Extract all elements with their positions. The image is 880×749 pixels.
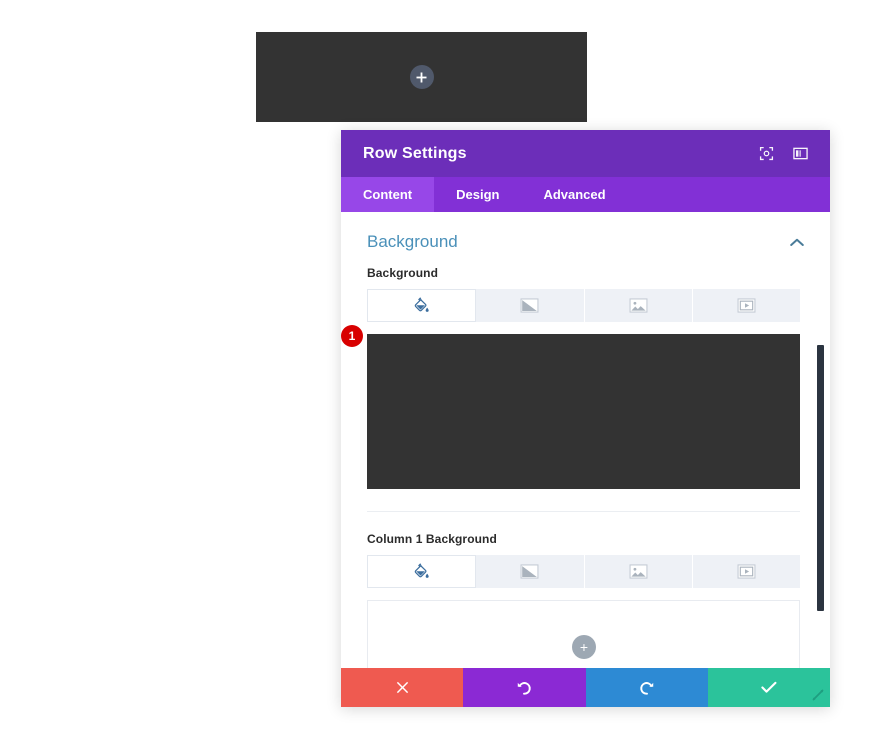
add-section-button[interactable]: + <box>572 635 596 659</box>
modal-title: Row Settings <box>363 144 467 162</box>
background-type-image-option[interactable] <box>584 289 693 322</box>
tab-design[interactable]: Design <box>434 177 521 212</box>
modal-footer <box>341 668 830 707</box>
tab-content[interactable]: Content <box>341 177 435 212</box>
check-icon <box>761 681 777 693</box>
paint-bucket-icon <box>414 297 429 312</box>
section-header-background[interactable]: Background <box>367 212 804 266</box>
row-settings-modal: Row Settings Content Design Advanced Bac… <box>341 130 830 707</box>
background-type-video-option[interactable] <box>692 289 800 322</box>
paint-bucket-icon <box>414 563 429 578</box>
redo-icon <box>639 681 653 695</box>
modal-header-actions <box>758 146 808 162</box>
row-add-module-button[interactable] <box>409 65 434 89</box>
column-background-type-video-option[interactable] <box>692 555 800 588</box>
redo-button[interactable] <box>585 668 708 707</box>
column-background-type-color-option[interactable] <box>367 555 477 588</box>
gradient-icon <box>520 564 539 579</box>
field-label-column-1-background: Column 1 Background <box>367 532 497 546</box>
close-icon <box>396 681 408 694</box>
column-background-type-toggle <box>367 555 800 588</box>
page-row-preview <box>256 32 587 122</box>
video-icon <box>737 298 756 313</box>
tab-advanced[interactable]: Advanced <box>521 177 627 212</box>
resize-handle-icon[interactable] <box>806 683 830 707</box>
background-type-gradient-option[interactable] <box>476 289 585 322</box>
gradient-icon <box>520 298 539 313</box>
status-badge: 1 <box>341 325 363 347</box>
image-icon <box>629 298 648 313</box>
column-background-type-image-option[interactable] <box>584 555 693 588</box>
modal-tabs: Content Design Advanced <box>341 177 830 212</box>
cancel-button[interactable] <box>341 668 464 707</box>
screen-root: Row Settings Content Design Advanced Bac… <box>0 0 880 749</box>
image-icon <box>629 564 648 579</box>
modal-scrollbar-track[interactable] <box>817 212 827 668</box>
focus-target-icon[interactable] <box>758 146 774 162</box>
video-icon <box>737 564 756 579</box>
column-background-type-gradient-option[interactable] <box>476 555 585 588</box>
background-type-color-option[interactable] <box>367 289 477 322</box>
undo-button[interactable] <box>463 668 586 707</box>
plus-icon <box>416 72 427 82</box>
section-title: Background <box>367 232 458 251</box>
background-color-preview[interactable]: 1 <box>341 325 800 489</box>
chevron-up-icon[interactable] <box>790 238 804 247</box>
field-label-background: Background <box>367 266 439 280</box>
layout-panel-icon[interactable] <box>792 146 808 162</box>
modal-body: Background Background 1 Column 1 Backgro… <box>341 212 830 668</box>
background-type-toggle <box>367 289 800 322</box>
modal-scrollbar-thumb[interactable] <box>817 345 824 611</box>
undo-icon <box>518 681 532 695</box>
modal-header: Row Settings <box>341 130 830 177</box>
